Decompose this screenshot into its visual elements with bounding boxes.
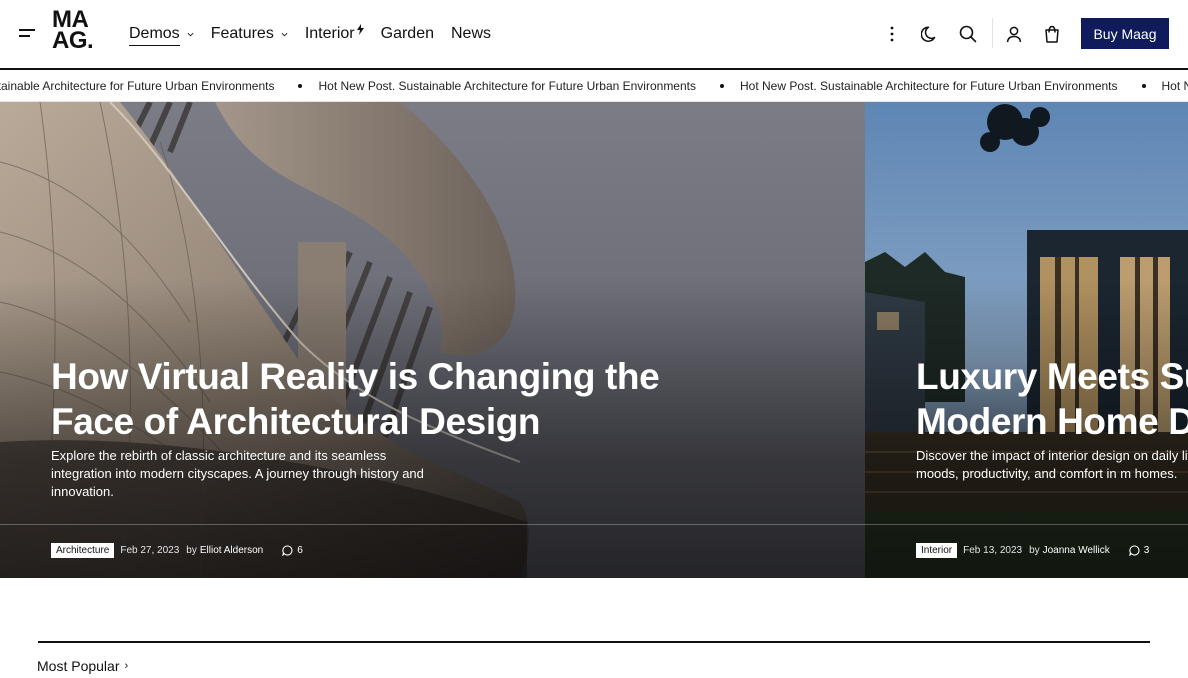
chevron-right-icon: › [124,660,129,672]
comments-link[interactable]: 6 [282,545,303,556]
most-popular-heading[interactable]: Most Popular › [37,658,128,674]
nav-item-features[interactable]: Features [211,19,288,49]
post-date: Feb 13, 2023 [963,545,1023,556]
section-title: Most Popular [37,658,120,674]
ticker-text: Hot New Post. Sustainable Architecture f… [318,79,696,93]
comments-link[interactable]: 3 [1128,545,1150,556]
ticker-separator [274,79,318,93]
hero-title-line: How Virtual Reality is Changing the [51,356,660,397]
post-date: Feb 27, 2023 [120,545,180,556]
comment-count: 3 [1143,545,1150,556]
hero-title-line: Face of Architectural Design [51,401,541,442]
comment-icon [282,545,293,556]
bolt-icon [356,24,364,35]
ticker-separator [1118,79,1162,93]
moon-icon[interactable] [918,22,942,46]
hero-slide[interactable]: How Virtual Reality is Changing the Face… [0,102,865,578]
buy-button[interactable]: Buy Maag [1081,18,1169,49]
category-tag[interactable]: Architecture [51,543,115,558]
ticker-item[interactable]: Sustainable Architecture for Future Urba… [0,79,274,93]
ticker-item[interactable]: Hot New Post. Sustainable Archi [1162,79,1188,93]
hero-excerpt: Discover the impact of interior design o… [916,448,1188,481]
nav-item-news[interactable]: News [451,19,491,49]
ticker-text: Sustainable Architecture for Future Urba… [0,79,275,93]
post-meta: Interior Feb 13, 2023 by Joanna Wellick … [916,543,1149,558]
hero-title[interactable]: Luxury Meets Sus Modern Home De [916,354,1188,444]
nav-label: Garden [380,25,434,42]
nav-label: Demos [129,25,180,46]
header-divider [992,18,993,48]
category-tag[interactable]: Interior [916,543,958,558]
hero-divider [0,524,865,525]
by-label: by [1029,545,1040,556]
ticker-text: Hot New Post. Sustainable Archi [1161,79,1188,93]
site-header: MA AG. Demos Features Interior Garden Ne… [0,0,1188,68]
user-icon[interactable] [1002,22,1026,46]
chevron-down-icon [187,32,194,36]
post-meta: Architecture Feb 27, 2023 by Elliot Alde… [51,543,303,558]
search-icon[interactable] [956,22,980,46]
by-label: by [186,545,197,556]
hero-title-line: Luxury Meets Sus [916,356,1188,397]
nav-label: Features [210,25,274,42]
nav-item-demos[interactable]: Demos [129,19,194,49]
comment-count: 6 [297,545,303,556]
ticker-item[interactable]: Hot New Post. Sustainable Architecture f… [318,79,696,93]
nav-label: News [451,25,492,42]
main-nav: Demos Features Interior Garden News [129,0,508,68]
section-rule [38,641,1150,643]
ticker-item[interactable]: Hot New Post. Sustainable Architecture f… [740,79,1118,93]
comment-icon [1128,545,1140,556]
ticker-track: Sustainable Architecture for Future Urba… [0,79,1188,93]
nav-item-garden[interactable]: Garden [381,19,434,49]
post-author[interactable]: Joanna Wellick [1043,545,1110,556]
ticker-text: Hot New Post. Sustainable Architecture f… [740,79,1118,93]
cart-icon[interactable] [1040,22,1064,46]
post-author[interactable]: Elliot Alderson [200,545,263,556]
site-logo[interactable]: MA AG. [52,8,94,54]
hero-title[interactable]: How Virtual Reality is Changing the Face… [51,354,671,444]
hero-slide[interactable]: Luxury Meets Sus Modern Home De Discover… [865,102,1188,578]
nav-item-interior[interactable]: Interior [305,19,364,49]
more-vertical-icon[interactable] [880,22,904,46]
news-ticker: Sustainable Architecture for Future Urba… [0,70,1188,102]
menu-icon[interactable] [19,27,37,39]
ticker-separator [696,79,740,93]
chevron-down-icon [281,32,288,36]
hero-excerpt: Explore the rebirth of classic architect… [51,448,424,499]
hero-divider [865,524,1188,525]
hero-title-line: Modern Home De [916,401,1188,442]
nav-label: Interior [304,25,355,42]
logo-line-2: AG. [52,27,94,54]
